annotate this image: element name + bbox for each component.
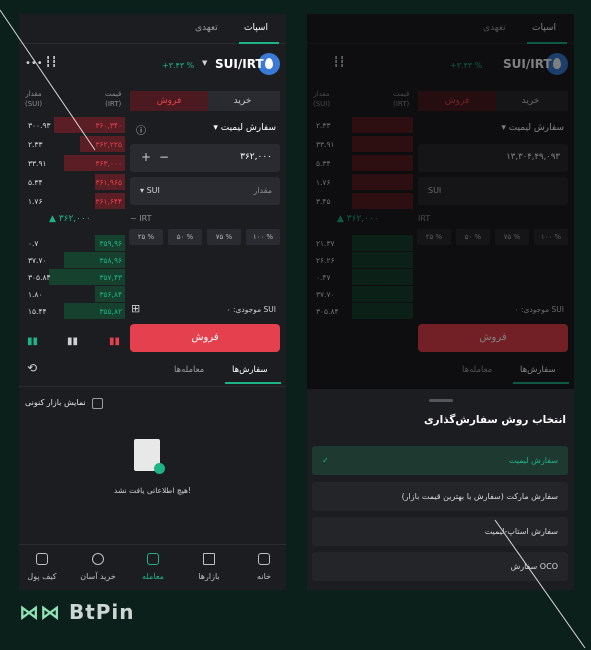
option-stop-limit[interactable]: سفارش استاپ-لیمیت <box>312 517 568 546</box>
orderbook-price: ۳۶۲,۲۲۵ <box>95 140 122 149</box>
orderbook-row[interactable]: ۳۰۵.۸۴ ۳۵۷,۴۳ <box>24 269 125 285</box>
empty-message: هیچ اطلاعاتی یافت نشد! <box>114 486 191 495</box>
price-input[interactable]: + − ۳۶۲,۰۰۰ <box>130 144 280 172</box>
sell-button[interactable]: فروش <box>130 324 280 352</box>
ob-amount-header: مقدار(SUI) <box>25 90 43 108</box>
candles-icon[interactable]: ┇┇ <box>45 57 57 68</box>
price-change: +۳.۴۳ % <box>162 61 195 70</box>
nav-wallet[interactable]: کیف پول <box>19 572 66 581</box>
minus-icon[interactable]: − <box>159 150 169 164</box>
orderbook-row[interactable]: ۳۳.۹۱ ۳۶۳,۰۰۰ <box>24 155 125 171</box>
orderbook-price: ۳۶۱,۶۴۴ <box>95 197 122 206</box>
tab-orders[interactable]: سفارش‌ها <box>232 365 268 375</box>
sell-tab[interactable]: فروش <box>130 91 208 111</box>
sheet-title: انتخاب روش سفارش‌گذاری <box>423 414 566 426</box>
orderbook-amount: ۰.۷ <box>28 239 39 248</box>
tab-spot[interactable]: اسپات <box>244 23 268 33</box>
orders-indicator <box>225 382 281 384</box>
sheet-handle[interactable] <box>429 399 453 402</box>
trade-screen-left: اسپات تعهدی SUI/IRT ▼ +۳.۴۳ % ••• ┇┇ مقد… <box>19 14 286 590</box>
orderbook-price: ۳۵۵,۸۲ <box>99 307 122 316</box>
order-method-sheet: انتخاب روش سفارش‌گذاری سفارش لیمیت ✓ سفار… <box>307 389 574 590</box>
orderbook-price: ۳۵۹,۹۶ <box>99 239 122 248</box>
order-type-select[interactable]: ▾ سفارش لیمیت <box>213 123 276 133</box>
trade-icon[interactable] <box>147 553 159 565</box>
percent-button[interactable]: ۱۰۰ % <box>246 229 280 245</box>
buy-tab[interactable]: خرید <box>205 91 280 111</box>
percent-button[interactable]: ۲۵ % <box>129 229 163 245</box>
more-icon[interactable]: ••• <box>25 58 43 69</box>
bottom-nav: خانه بازارها معامله خرید آسان کیف پول <box>19 544 286 590</box>
orderbook-price: ۳۶۳,۰۰۰ <box>95 159 122 168</box>
nav-markets[interactable]: بازارها <box>185 572 233 581</box>
chevron-down-icon[interactable]: ▼ <box>202 59 207 67</box>
home-icon[interactable] <box>258 553 270 565</box>
wallet-icon[interactable] <box>36 553 48 565</box>
top-tabs: اسپات تعهدی <box>19 14 286 44</box>
orderbook-row[interactable]: ۱.۸۰ ۳۵۶,۸۴ <box>24 286 125 302</box>
orderbook-row[interactable]: ۵.۳۴ ۳۶۱,۹۶۵ <box>24 174 125 190</box>
buy-book-icon[interactable]: ▮▮ <box>67 336 78 347</box>
orderbook-price: ۳۶۰,۳۴۰ <box>95 121 122 130</box>
sell-book-icon[interactable]: ▮▮ <box>109 336 120 347</box>
orderbook-amount: ۳۰۰.۹۳ <box>28 121 51 130</box>
orderbook-row[interactable]: ۲.۳۳ ۳۶۲,۲۲۵ <box>24 136 125 152</box>
history-icon[interactable]: ⟲ <box>27 361 37 375</box>
ob-price-header: قیمت(IRT) <box>105 90 122 108</box>
unit-select[interactable]: ▾ SUI <box>140 186 160 195</box>
tab-indicator <box>239 42 279 44</box>
overlay-dim[interactable] <box>307 14 574 389</box>
orderbook-amount: ۳۷.۷۰ <box>28 256 47 265</box>
option-market[interactable]: سفارش مارکت (سفارش با بهترین قیمت بازار) <box>312 482 568 511</box>
orderbook-row[interactable]: ۰.۷ ۳۵۹,۹۶ <box>24 235 125 251</box>
balance: موجودی: ۰ SUI <box>226 305 276 314</box>
percent-button[interactable]: ۵۰ % <box>168 229 202 245</box>
orderbook-price: ۳۵۶,۸۴ <box>99 290 122 299</box>
check-icon: ✓ <box>322 456 329 465</box>
orderbook-amount: ۳۰۵.۸۴ <box>28 273 51 282</box>
option-oco[interactable]: سفارش OCO <box>312 552 568 581</box>
orderbook-amount: ۱.۷۶ <box>28 197 43 206</box>
orderbook-amount: ۲.۳۳ <box>28 140 43 149</box>
both-book-icon[interactable]: ▮▮ <box>27 336 38 347</box>
add-icon[interactable]: ⊞ <box>131 302 140 315</box>
tab-trades[interactable]: معامله‌ها <box>174 365 204 375</box>
info-icon[interactable]: ⓘ <box>136 122 146 137</box>
orderbook-amount: ۱.۸۰ <box>28 290 43 299</box>
show-market-checkbox[interactable] <box>92 398 103 409</box>
orderbook-amount: ۱۵.۴۴ <box>28 307 47 316</box>
tab-margin[interactable]: تعهدی <box>195 23 218 33</box>
orderbook-price: ۳۵۷,۴۳ <box>99 273 122 282</box>
option-limit[interactable]: سفارش لیمیت ✓ <box>312 446 568 475</box>
nav-home[interactable]: خانه <box>240 572 286 581</box>
amount-input[interactable]: ▾ SUI مقدار <box>130 177 280 205</box>
empty-document-icon <box>134 439 165 474</box>
btpin-logo: ⋈⋈ BtPin <box>19 600 135 624</box>
markets-icon[interactable] <box>203 553 215 565</box>
mid-price: ▲ ۳۶۲,۰۰۰ <box>49 214 91 224</box>
orderbook-row[interactable]: ۱.۷۶ ۳۶۱,۶۴۴ <box>24 193 125 209</box>
orderbook-row[interactable]: ۱۵.۴۴ ۳۵۵,۸۲ <box>24 303 125 319</box>
orderbook-row[interactable]: ۳۷.۷۰ ۳۵۸,۹۶ <box>24 252 125 268</box>
divider <box>19 386 286 387</box>
orderbook-amount: ۵.۳۴ <box>28 178 43 187</box>
trade-screen-right: اسپات تعهدی SUI/IRT +۳.۴۳ % ┇┇ مقدار(SUI… <box>307 14 574 590</box>
show-market-label: نمایش بازار کنونی <box>25 398 86 407</box>
total-unit: ~ IRT <box>130 214 152 223</box>
orderbook-price: ۳۶۱,۹۶۵ <box>95 178 122 187</box>
nav-easy-buy[interactable]: خرید آسان <box>74 572 122 581</box>
plus-icon[interactable]: + <box>141 150 151 164</box>
logo-mark-icon: ⋈⋈ <box>19 600 61 624</box>
nav-trade[interactable]: معامله <box>129 572 177 581</box>
percent-button[interactable]: ۷۵ % <box>207 229 241 245</box>
orderbook-row[interactable]: ۳۰۰.۹۳ ۳۶۰,۳۴۰ <box>24 117 125 133</box>
pair-name[interactable]: SUI/IRT <box>215 57 264 71</box>
lightning-icon[interactable] <box>92 553 104 565</box>
orderbook-amount: ۳۳.۹۱ <box>28 159 47 168</box>
orderbook-price: ۳۵۸,۹۶ <box>99 256 122 265</box>
